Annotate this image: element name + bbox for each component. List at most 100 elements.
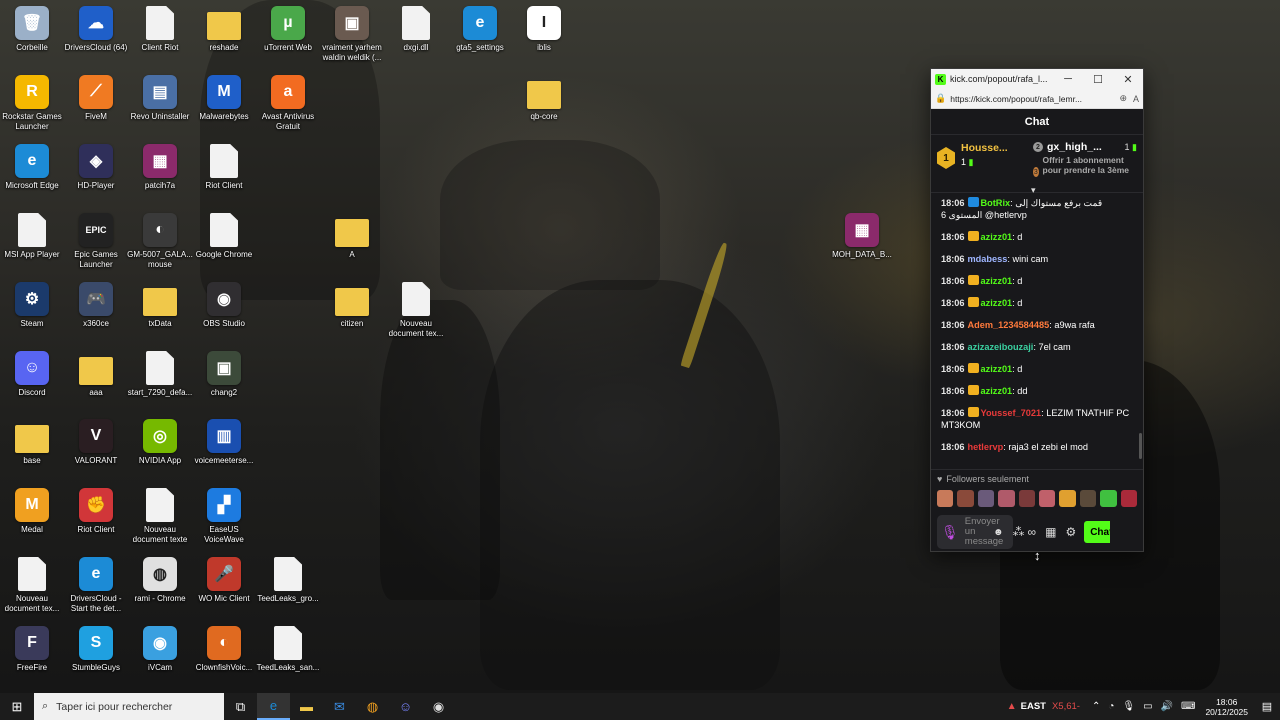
address-bar[interactable]: 🔒 https://kick.com/popout/rafa_lemr... ⊕… — [931, 89, 1143, 109]
message-username[interactable]: BotRix — [981, 198, 1011, 208]
desktop-icon[interactable]: ◉ OBS Studio — [190, 282, 258, 329]
emote-icon[interactable] — [937, 490, 954, 507]
desktop-icon[interactable]: ☁ DriversCloud (64) — [62, 6, 130, 53]
microphone-tray-icon[interactable]: 🎙 — [1122, 701, 1135, 712]
desktop-icon[interactable]: Nouveau document texte — [126, 488, 194, 545]
emoji-icon[interactable]: ☻ — [993, 527, 1004, 538]
desktop-icon[interactable]: ▦ patcih7a — [126, 144, 194, 191]
message-username[interactable]: Youssef_7021 — [981, 408, 1042, 418]
desktop-icon[interactable]: ◉ iVCam — [126, 626, 194, 673]
message-username[interactable]: azizz01 — [981, 232, 1013, 242]
message-username[interactable]: hetlervp — [968, 442, 1004, 452]
desktop-icon[interactable]: qb-core — [510, 75, 578, 122]
desktop-icon[interactable]: a Avast Antivirus Gratuit — [254, 75, 322, 132]
maximize-button[interactable]: ☐ — [1083, 69, 1113, 89]
desktop-icon[interactable]: e Microsoft Edge — [0, 144, 66, 191]
keyboard-icon[interactable]: ⌨ — [1181, 701, 1195, 712]
send-chat-button[interactable]: Chat — [1084, 521, 1111, 543]
desktop-icon[interactable]: MSI App Player — [0, 213, 66, 260]
desktop-icon[interactable]: ▥ voicemeeterse... — [190, 419, 258, 466]
desktop-icon[interactable]: e gta5_settings — [446, 6, 514, 53]
edge-taskbar-icon[interactable]: e — [257, 693, 290, 720]
chat-message-list[interactable]: 18:06 BotRix: قمت برفع مستواك إلى المستوى… — [931, 193, 1143, 469]
file-explorer-icon[interactable]: ▬ — [290, 693, 323, 720]
store-icon[interactable]: ▦ — [1045, 525, 1056, 539]
desktop-icon[interactable]: TeedLeaks_gro... — [254, 557, 322, 604]
minimize-button[interactable]: ─ — [1053, 69, 1083, 89]
top-gifter-name[interactable]: Housse... — [961, 142, 1008, 154]
desktop-icon[interactable]: ▦ MOH_DATA_B... — [828, 213, 896, 260]
desktop-icon[interactable]: 🎤 WO Mic Client — [190, 557, 258, 604]
second-gifter-name[interactable]: gx_high_... — [1047, 141, 1102, 153]
emote-icon[interactable] — [1120, 490, 1138, 507]
desktop-icon[interactable]: base — [0, 419, 66, 466]
microphone-icon[interactable]: 🎙 — [941, 524, 959, 541]
message-username[interactable]: mdabess — [968, 254, 1008, 264]
network-icon[interactable]: ◔ — [1108, 701, 1114, 712]
chrome-taskbar-icon[interactable]: ◍ — [356, 693, 389, 720]
desktop-icon[interactable]: start_7290_defa... — [126, 351, 194, 398]
link-icon[interactable]: ∞ — [1028, 525, 1037, 539]
emote-icon[interactable] — [957, 490, 974, 507]
desktop-icon[interactable]: Iiblis — [510, 6, 578, 53]
window-titlebar[interactable]: K kick.com/popout/rafa_l... ─ ☐ ✕ — [931, 69, 1143, 89]
emote-icon[interactable] — [1100, 490, 1117, 507]
desktop-icon[interactable]: Google Chrome — [190, 213, 258, 260]
gift-sub-offer[interactable]: Offrir 1 abonnement pour prendre la 3ème — [1043, 155, 1137, 177]
desktop-icon[interactable]: TeedLeaks_san... — [254, 626, 322, 673]
desktop-icon[interactable]: ▣ chang2 — [190, 351, 258, 398]
desktop-icon[interactable]: aaa — [62, 351, 130, 398]
zoom-icon[interactable]: ⊕ — [1119, 93, 1127, 104]
desktop-icon[interactable]: txData — [126, 282, 194, 329]
emote-icon[interactable] — [998, 490, 1015, 507]
desktop-icon[interactable]: M Medal — [0, 488, 66, 535]
desktop-icon[interactable]: M Malwarebytes — [190, 75, 258, 122]
chevron-up-icon[interactable]: ⌃ — [1092, 701, 1100, 712]
desktop-icon[interactable]: A — [318, 213, 386, 260]
emote-icon[interactable] — [977, 490, 995, 507]
desktop-icon[interactable]: ✊ Riot Client — [62, 488, 130, 535]
message-username[interactable]: azizz01 — [981, 298, 1013, 308]
task-view-icon[interactable]: ⧉ — [224, 693, 257, 720]
system-clock[interactable]: 18:06 20/12/2025 — [1205, 697, 1248, 717]
kick-chat-popout-window[interactable]: K kick.com/popout/rafa_l... ─ ☐ ✕ 🔒 http… — [930, 68, 1144, 552]
desktop-icon[interactable]: EPIC Epic Games Launcher — [62, 213, 130, 270]
emote-icon[interactable] — [1079, 490, 1097, 507]
address-url[interactable]: https://kick.com/popout/rafa_lemr... — [950, 94, 1113, 104]
desktop-icon[interactable]: F FreeFire — [0, 626, 66, 673]
desktop-icon[interactable]: reshade — [190, 6, 258, 53]
desktop-icon[interactable]: Client Riot — [126, 6, 194, 53]
desktop-icon[interactable]: S StumbleGuys — [62, 626, 130, 673]
desktop-icon[interactable]: ☺ Discord — [0, 351, 66, 398]
desktop-icon[interactable]: ⟋ FiveM — [62, 75, 130, 122]
share-icon[interactable]: ⁂ — [1013, 525, 1025, 539]
desktop-icon[interactable]: e DriversCloud - Start the det... — [62, 557, 130, 614]
desktop-icon[interactable]: Riot Client — [190, 144, 258, 191]
desktop-icon[interactable]: ▣ vraiment yarhem waldin weldik (... — [318, 6, 386, 63]
desktop-icon[interactable]: ◐ GM-5007_GALA... mouse — [126, 213, 194, 270]
notifications-icon[interactable]: ▤ — [1254, 693, 1280, 720]
desktop-icon[interactable]: dxgi.dll — [382, 6, 450, 53]
close-button[interactable]: ✕ — [1113, 69, 1143, 89]
desktop-icon[interactable]: R Rockstar Games Launcher — [0, 75, 66, 132]
windows-start-icon[interactable]: ⊞ — [0, 693, 34, 720]
desktop-icon[interactable]: 🎮 x360ce — [62, 282, 130, 329]
emote-icon[interactable] — [1018, 490, 1036, 507]
desktop-icon[interactable]: µ uTorrent Web — [254, 6, 322, 53]
message-username[interactable]: azizz01 — [981, 364, 1013, 374]
desktop-icon[interactable]: ◈ HD-Player — [62, 144, 130, 191]
obs-taskbar-icon[interactable]: ◉ — [422, 693, 455, 720]
desktop-icon[interactable]: ◍ rami - Chrome — [126, 557, 194, 604]
chat-scrollbar[interactable] — [1139, 433, 1142, 459]
emote-icon[interactable] — [1059, 490, 1076, 507]
desktop-icon[interactable]: V VALORANT — [62, 419, 130, 466]
desktop-icon[interactable]: ◎ NVIDIA App — [126, 419, 194, 466]
message-username[interactable]: Adem_1234584485 — [968, 320, 1050, 330]
desktop-icon[interactable]: ⚙ Steam — [0, 282, 66, 329]
desktop-icon[interactable]: 🗑 Corbeille — [0, 6, 66, 53]
desktop-icon[interactable]: ▤ Revo Uninstaller — [126, 75, 194, 122]
volume-icon[interactable]: 🔊 — [1161, 701, 1173, 712]
message-username[interactable]: azizazeibouzaji — [968, 342, 1034, 352]
desktop-icon[interactable]: ▞ EaseUS VoiceWave — [190, 488, 258, 545]
market-widget[interactable]: ▲ EAST X5,61- — [1007, 701, 1080, 712]
